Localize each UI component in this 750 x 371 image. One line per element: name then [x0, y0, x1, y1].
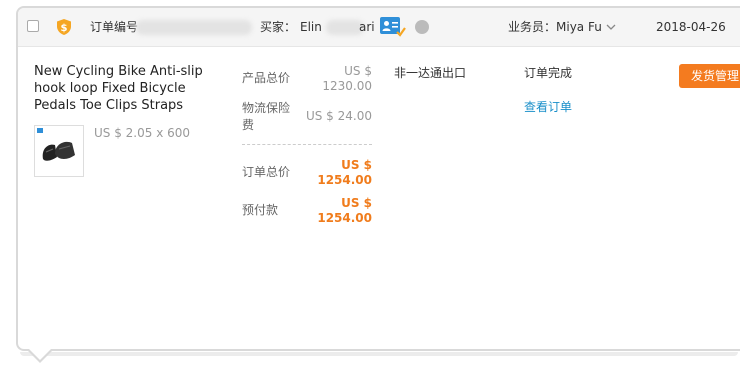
product-total-label: 产品总价: [242, 71, 291, 85]
view-order-link[interactable]: 查看订单: [524, 98, 572, 115]
order-header: $ 订单编号 买家： Elin ari 业务员：Miya Fu 2018-04-…: [18, 8, 740, 47]
order-total-currency: US $: [341, 158, 372, 172]
svg-text:$: $: [61, 23, 68, 34]
salesperson-text: 业务员：Miya Fu: [508, 20, 602, 34]
product-total-amount: 1230.00: [322, 79, 372, 93]
product-total-currency: US $: [344, 64, 372, 78]
order-number-label: 订单编号: [90, 20, 139, 34]
contact-card-icon[interactable]: [380, 17, 406, 37]
unit-price-quantity: US $ 2.05 x 600: [94, 126, 191, 140]
order-date: 2018-04-26: [656, 20, 726, 34]
insurance-label: 物流保险费: [242, 101, 291, 132]
order-total-value: US $ 1254.00: [304, 158, 372, 188]
prepaid-currency: US $: [341, 196, 372, 210]
shield-icon: $: [57, 19, 71, 35]
order-number-redacted: [136, 20, 252, 35]
price-divider: [242, 144, 372, 145]
salesperson-selector[interactable]: 业务员：Miya Fu: [508, 8, 616, 46]
order-status: 订单完成: [524, 66, 573, 80]
order-total-amount: 1254.00: [317, 173, 372, 187]
product-title[interactable]: New Cycling Bike Anti-slip hook loop Fix…: [34, 63, 214, 114]
pedal-strap-image: [37, 128, 75, 161]
insurance-value: US $ 24.00: [305, 109, 372, 123]
prepaid-amount: 1254.00: [317, 211, 372, 225]
card-shadow: [20, 352, 738, 356]
shipping-method: 非一达通出口: [394, 66, 467, 80]
buyer-name-start: Elin: [300, 20, 322, 34]
product-total-value: US $ 1230.00: [304, 64, 372, 94]
prepaid-value: US $ 1254.00: [304, 196, 372, 226]
shipping-management-button[interactable]: 发货管理: [679, 64, 740, 88]
chevron-down-icon: [606, 24, 616, 30]
callout-tail-inner: [29, 349, 51, 360]
select-order-checkbox[interactable]: [27, 20, 39, 32]
buyer-name-end: ari: [359, 20, 375, 34]
product-thumbnail[interactable]: [34, 125, 84, 177]
order-card: $ 订单编号 买家： Elin ari 业务员：Miya Fu 2018-04-…: [16, 6, 740, 351]
buyer-label: 买家：: [260, 20, 297, 34]
status-dot-icon: [415, 20, 429, 34]
order-total-label: 订单总价: [242, 165, 291, 179]
prepaid-label: 预付款: [242, 203, 279, 217]
